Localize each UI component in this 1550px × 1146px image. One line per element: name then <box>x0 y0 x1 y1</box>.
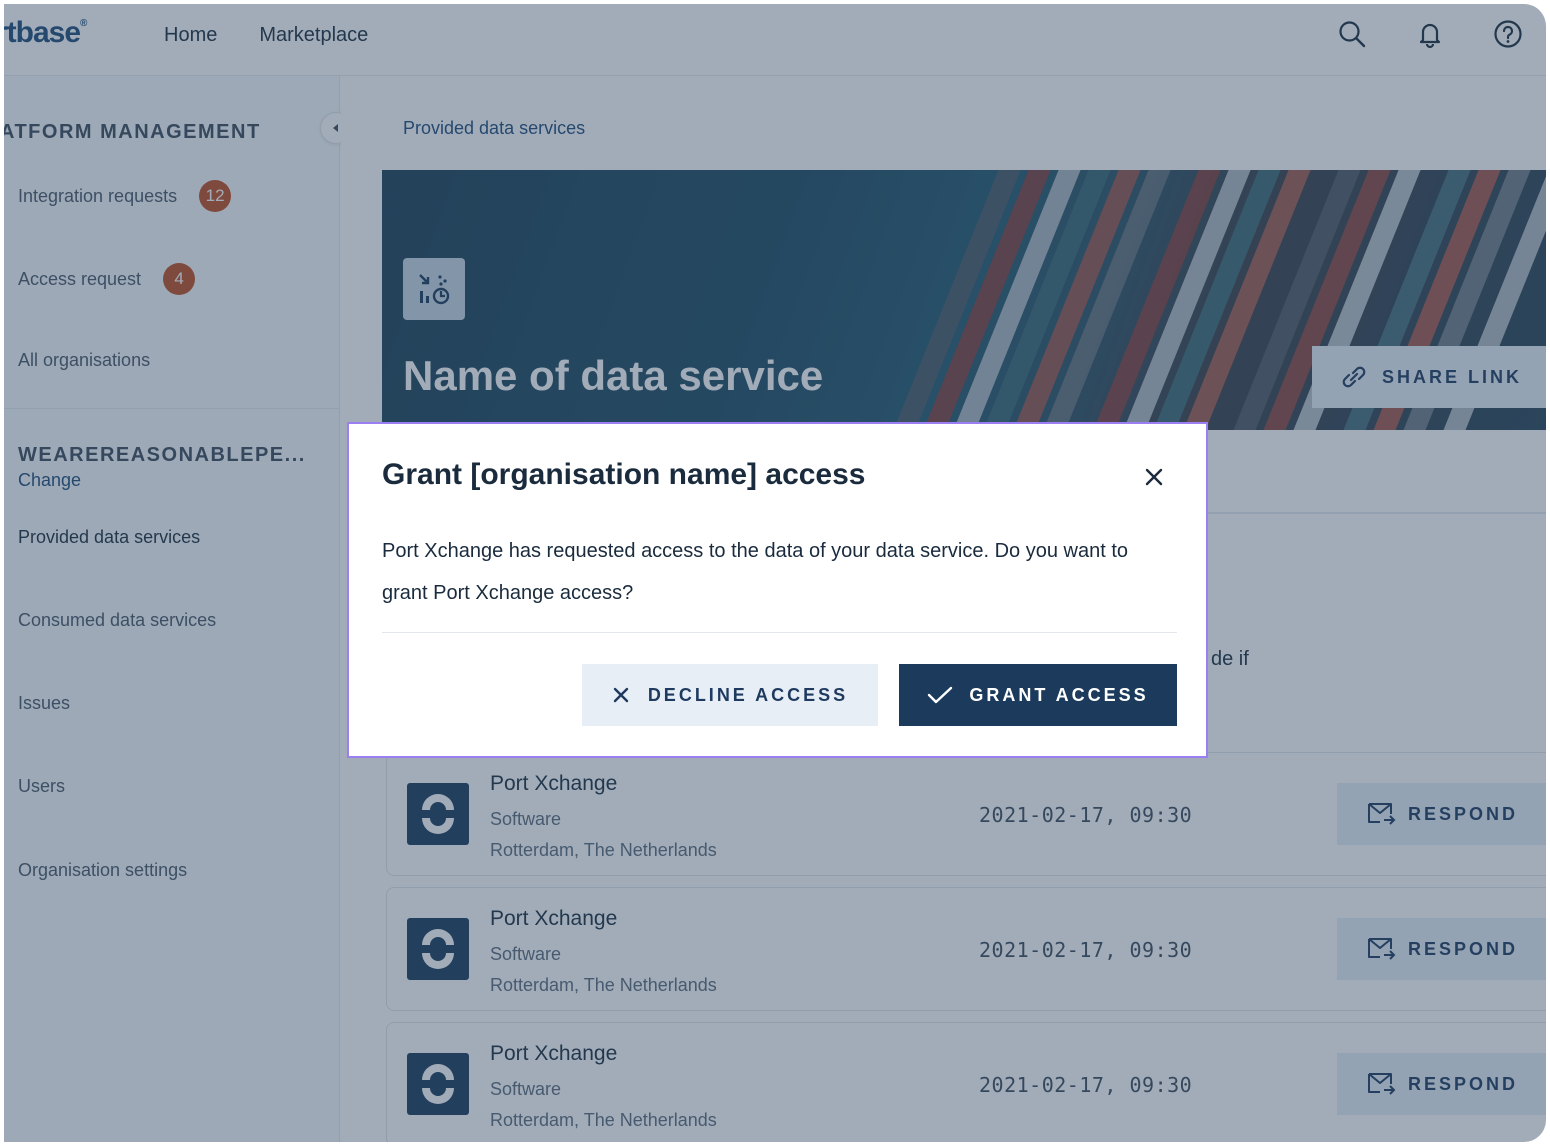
close-icon <box>1145 468 1163 486</box>
grant-access-label: GRANT ACCESS <box>969 684 1149 705</box>
decline-access-label: DECLINE ACCESS <box>647 684 849 705</box>
dialog-message: Port Xchange has requested access to the… <box>382 540 1128 604</box>
app-window: rtbase® Home Marketplace ATFORM MANAGEME… <box>4 4 1546 1142</box>
grant-access-dialog: Grant [organisation name] access Port Xc… <box>347 422 1208 758</box>
decline-access-button[interactable]: DECLINE ACCESS <box>582 664 878 726</box>
dialog-divider <box>382 632 1177 633</box>
close-icon <box>613 687 629 703</box>
grant-access-button[interactable]: GRANT ACCESS <box>899 664 1177 726</box>
close-button[interactable] <box>1139 462 1169 492</box>
dialog-title: Grant [organisation name] access <box>382 458 866 491</box>
check-icon <box>928 686 953 704</box>
